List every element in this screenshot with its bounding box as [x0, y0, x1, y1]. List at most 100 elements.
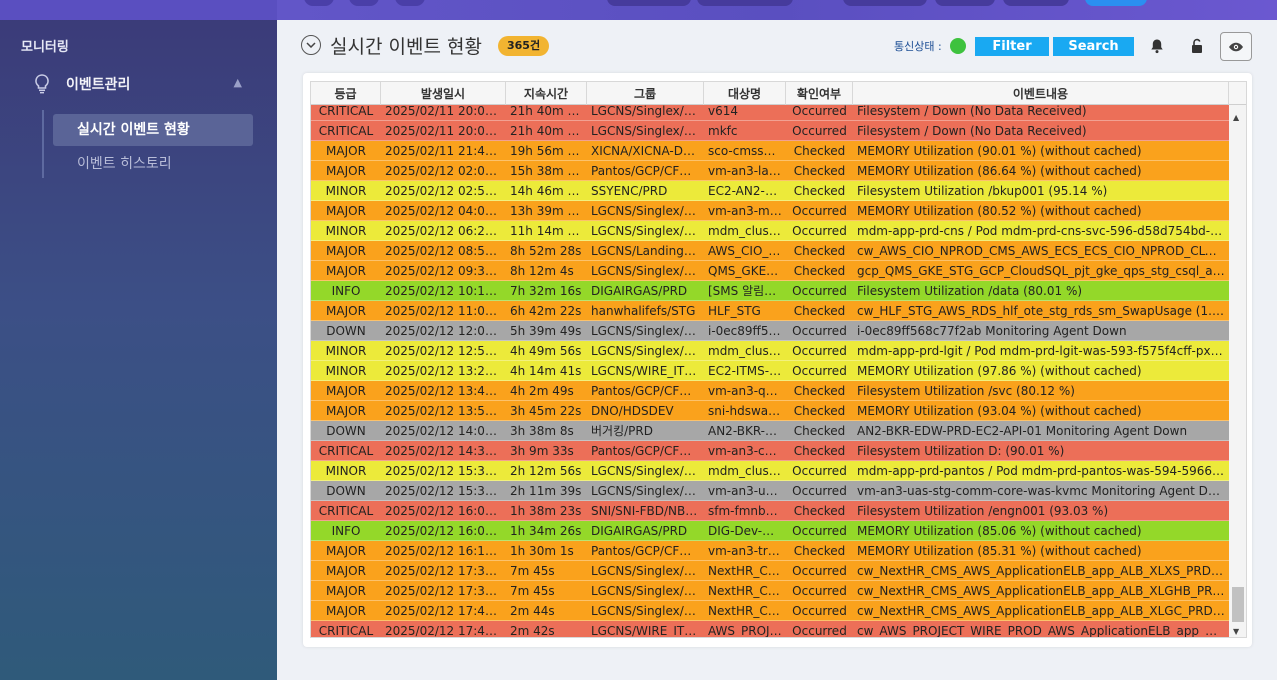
scroll-down-icon[interactable]: ▼ — [1233, 627, 1239, 636]
cell-duration: 2h 11m 39s — [510, 484, 582, 498]
table-row[interactable]: MAJOR 2025/02/12 17:35:11 7m 45s LGCNS/Sing… — [311, 581, 1229, 601]
cell-grade: MAJOR — [326, 384, 366, 398]
cell-duration: 8h 52m 28s — [510, 244, 582, 258]
cell-grade: CRITICAL — [318, 124, 374, 138]
table-row[interactable]: INFO 2025/02/12 16:08:30 1h 34m 26s DIGAIRG… — [311, 521, 1229, 541]
table-row[interactable]: MAJOR 2025/02/12 17:35:11 7m 45s LGCNS/Sing… — [311, 561, 1229, 581]
table-row[interactable]: MAJOR 2025/02/12 13:40:07 4h 2m 49s Pantos/… — [311, 381, 1229, 401]
scrollbar-thumb[interactable] — [1232, 587, 1244, 622]
cell-occurred-at: 2025/02/12 04:03:28 — [385, 204, 506, 218]
cell-target: sni-hdswas... — [708, 404, 786, 418]
table-row[interactable]: MINOR 2025/02/12 13:28:15 4h 14m 41s LGCNS/… — [311, 361, 1229, 381]
top-nav-pill[interactable] — [697, 0, 793, 6]
cell-ack-status: Occurred — [792, 464, 847, 478]
table-row[interactable]: MAJOR 2025/02/12 08:50:28 8h 52m 28s LGCNS/… — [311, 241, 1229, 261]
column-header-occurred-at[interactable]: 발생일시 — [381, 82, 506, 105]
scroll-up-icon[interactable]: ▲ — [1233, 113, 1239, 122]
sidebar-item-realtime-events[interactable]: 실시간 이벤트 현황 — [53, 114, 253, 146]
cell-occurred-at: 2025/02/12 13:28:15 — [385, 364, 506, 378]
table-row[interactable]: MAJOR 2025/02/11 21:46:26 19h 56m 30s XICNA… — [311, 141, 1229, 161]
cell-duration: 8h 12m 4s — [510, 264, 574, 278]
cell-grade: MINOR — [325, 224, 367, 238]
cell-ack-status: Occurred — [792, 604, 847, 618]
table-row[interactable]: MAJOR 2025/02/12 04:03:28 13h 39m 28s LGCNS… — [311, 201, 1229, 221]
cell-target: [SMS 알림대... — [708, 284, 786, 298]
column-header-ack-status[interactable]: 확인여부 — [786, 82, 853, 105]
table-row[interactable]: CRITICAL 2025/02/12 14:33:23 3h 9m 33s Pant… — [311, 441, 1229, 461]
top-nav-pill[interactable] — [935, 0, 995, 6]
event-grid: CRITICAL 2025/02/11 20:02:26 21h 40m 30s LG… — [310, 81, 1247, 638]
cell-event-content: mdm-app-prd-cns / Pod mdm-prd-cns-svc-59… — [857, 224, 1229, 238]
column-header-target[interactable]: 대상명 — [704, 82, 786, 105]
sidebar: 모니터링 이벤트관리 ▲ 실시간 이벤트 현황 이벤트 히스토리 — [0, 0, 277, 680]
table-row[interactable]: INFO 2025/02/12 10:10:40 7h 32m 16s DIGAIRG… — [311, 281, 1229, 301]
top-nav-pill[interactable] — [843, 0, 927, 6]
table-row[interactable]: MINOR 2025/02/12 02:56:26 14h 46m 30s SSYEN… — [311, 181, 1229, 201]
cell-ack-status: Checked — [793, 264, 846, 278]
top-nav-pill[interactable] — [607, 0, 691, 6]
table-row[interactable]: MAJOR 2025/02/12 02:04:08 15h 38m 48s Panto… — [311, 161, 1229, 181]
cell-event-content: Filesystem Utilization /svc (80.12 %) — [857, 384, 1075, 398]
cell-occurred-at: 2025/02/12 08:50:28 — [385, 244, 506, 258]
chevron-down-circle-icon[interactable] — [301, 35, 321, 55]
table-row[interactable]: MAJOR 2025/02/12 09:30:52 8h 12m 4s LGCNS/S… — [311, 261, 1229, 281]
top-nav-button[interactable] — [395, 0, 425, 6]
table-row[interactable]: CRITICAL 2025/02/12 16:04:33 1h 38m 23s SNI… — [311, 501, 1229, 521]
eye-toggle-button[interactable] — [1220, 32, 1252, 61]
column-header-group[interactable]: 그룹 — [587, 82, 704, 105]
cell-grade: MINOR — [325, 344, 367, 358]
table-row[interactable]: MAJOR 2025/02/12 17:40:12 2m 44s LGCNS/Sing… — [311, 601, 1229, 621]
search-button[interactable]: Search — [1053, 37, 1134, 56]
cell-target: DIG-Dev-CRM — [708, 524, 786, 538]
cell-ack-status: Checked — [793, 184, 846, 198]
cell-event-content: cw_NextHR_CMS_AWS_ApplicationELB_app_ALB… — [857, 604, 1229, 618]
filter-button[interactable]: Filter — [975, 37, 1049, 56]
top-nav-pill[interactable] — [1003, 0, 1069, 6]
bell-icon[interactable] — [1147, 36, 1167, 56]
table-row[interactable]: MINOR 2025/02/12 12:53:00 4h 49m 56s LGCNS/… — [311, 341, 1229, 361]
table-row[interactable]: MAJOR 2025/02/12 13:57:34 3h 45m 22s DNO/HD… — [311, 401, 1229, 421]
column-header-grade[interactable]: 등급 — [311, 82, 381, 105]
cell-group: LGCNS/Singlex/M... — [591, 464, 704, 478]
cell-group: LGCNS/WIRE_ITS... — [591, 364, 704, 378]
table-row[interactable]: DOWN 2025/02/12 12:03:07 5h 39m 49s LGCNS/S… — [311, 321, 1229, 341]
cell-target: mkfc — [708, 124, 738, 138]
cell-target: EC2-ITMS-D... — [708, 364, 786, 378]
cell-group: LGCNS/Singlex/Q... — [591, 264, 704, 278]
top-nav-button[interactable] — [349, 0, 379, 6]
cell-ack-status: Occurred — [792, 324, 847, 338]
chevron-up-icon[interactable]: ▲ — [234, 76, 242, 89]
cell-duration: 3h 45m 22s — [510, 404, 582, 418]
cell-ack-status: Occurred — [792, 364, 847, 378]
column-header-duration[interactable]: 지속시간 — [506, 82, 587, 105]
cell-group: LGCNS/Singlex/N... — [591, 564, 704, 578]
vertical-scrollbar[interactable]: ▲ ▼ — [1229, 105, 1246, 637]
column-header-event-content[interactable]: 이벤트내용 — [853, 82, 1229, 105]
table-row[interactable]: DOWN 2025/02/12 15:31:17 2h 11m 39s LGCNS/S… — [311, 481, 1229, 501]
cell-occurred-at: 2025/02/12 02:04:08 — [385, 164, 506, 178]
table-row[interactable]: MAJOR 2025/02/12 16:12:55 1h 30m 1s Pantos/… — [311, 541, 1229, 561]
cell-ack-status: Occurred — [792, 624, 847, 638]
cell-duration: 4h 14m 41s — [510, 364, 582, 378]
cell-grade: MAJOR — [326, 564, 366, 578]
top-nav-button[interactable] — [304, 0, 334, 6]
top-nav-primary-button[interactable] — [1085, 0, 1147, 6]
cell-target: vm-an3-qm... — [708, 384, 786, 398]
cell-target: NextHR_CMS — [708, 564, 786, 578]
table-row[interactable]: CRITICAL 2025/02/12 17:40:14 2m 42s LGCNS/W… — [311, 621, 1229, 638]
table-row[interactable]: MINOR 2025/02/12 06:28:00 11h 14m 56s LGCNS… — [311, 221, 1229, 241]
sidebar-item-event-history[interactable]: 이벤트 히스토리 — [53, 148, 253, 180]
cell-target: i-0ec89ff56... — [708, 324, 786, 338]
table-row[interactable]: MINOR 2025/02/12 15:30:00 2h 12m 56s LGCNS/… — [311, 461, 1229, 481]
sidebar-group-event-management[interactable]: 이벤트관리 ▲ — [32, 70, 252, 98]
cell-occurred-at: 2025/02/12 17:40:14 — [385, 624, 506, 638]
table-row[interactable]: CRITICAL 2025/02/11 20:02:26 21h 40m 30s LG… — [311, 121, 1229, 141]
sidebar-group-label: 이벤트관리 — [66, 77, 131, 93]
cell-occurred-at: 2025/02/12 16:08:30 — [385, 524, 506, 538]
unlock-icon[interactable] — [1187, 36, 1207, 56]
table-row[interactable]: MAJOR 2025/02/12 11:00:34 6h 42m 22s hanwha… — [311, 301, 1229, 321]
table-row[interactable]: DOWN 2025/02/12 14:04:48 3h 38m 8s 버거킹/PRD A… — [311, 421, 1229, 441]
cell-group: DIGAIRGAS/PRD — [591, 284, 688, 298]
cell-duration: 15h 38m 48s — [510, 164, 587, 178]
event-grid-card: CRITICAL 2025/02/11 20:02:26 21h 40m 30s LG… — [303, 73, 1252, 647]
